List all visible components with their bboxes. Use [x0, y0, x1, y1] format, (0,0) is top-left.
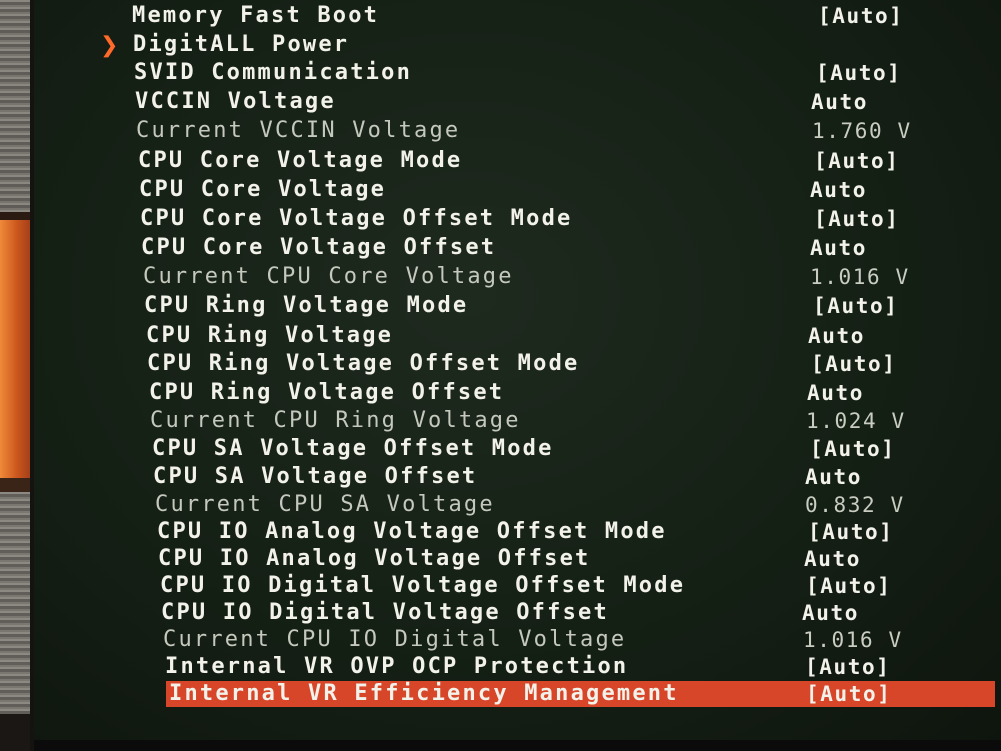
- left-edge-strip: [0, 0, 34, 751]
- setting-value[interactable]: Auto: [810, 235, 867, 261]
- setting-value[interactable]: [Auto]: [816, 60, 901, 86]
- readout-current-cpu-ring-voltage: Current CPU Ring Voltage 1.024 V: [150, 408, 950, 434]
- setting-value[interactable]: Auto: [802, 600, 859, 626]
- submenu-digitall-power[interactable]: DigitALL Power: [133, 32, 933, 58]
- setting-value: 1.760 V: [812, 119, 912, 143]
- setting-value[interactable]: [Auto]: [811, 351, 896, 377]
- setting-value[interactable]: Auto: [808, 323, 865, 349]
- setting-value[interactable]: Auto: [804, 546, 861, 572]
- setting-label: CPU IO Digital Voltage Offset Mode: [160, 573, 686, 598]
- setting-cpu-ring-voltage[interactable]: CPU Ring Voltage Auto: [146, 323, 946, 349]
- setting-label: Current CPU IO Digital Voltage: [163, 627, 627, 652]
- setting-value[interactable]: Auto: [810, 177, 867, 203]
- setting-internal-vr-ovp-ocp-protection[interactable]: Internal VR OVP OCP Protection [Auto]: [165, 654, 965, 680]
- setting-cpu-core-voltage[interactable]: CPU Core Voltage Auto: [139, 177, 939, 203]
- setting-cpu-sa-voltage-offset-mode[interactable]: CPU SA Voltage Offset Mode [Auto]: [152, 436, 952, 462]
- setting-label: SVID Communication: [134, 60, 413, 85]
- setting-value[interactable]: Auto: [807, 380, 864, 406]
- setting-cpu-ring-voltage-offset-mode[interactable]: CPU Ring Voltage Offset Mode [Auto]: [147, 351, 947, 377]
- setting-label: CPU IO Analog Voltage Offset Mode: [157, 519, 667, 544]
- setting-cpu-io-digital-voltage-offset[interactable]: CPU IO Digital Voltage Offset Auto: [161, 600, 961, 626]
- setting-value[interactable]: [Auto]: [808, 519, 893, 545]
- edge-segment: [0, 478, 30, 492]
- setting-label: Memory Fast Boot: [132, 3, 380, 28]
- setting-label: CPU Core Voltage Mode: [138, 148, 463, 173]
- setting-value[interactable]: [Auto]: [818, 3, 903, 29]
- setting-label: CPU Core Voltage Offset: [141, 235, 497, 260]
- setting-cpu-io-analog-voltage-offset-mode[interactable]: CPU IO Analog Voltage Offset Mode [Auto]: [157, 519, 957, 545]
- setting-svid-communication[interactable]: SVID Communication [Auto]: [134, 60, 934, 86]
- readout-current-cpu-core-voltage: Current CPU Core Voltage 1.016 V: [143, 264, 943, 290]
- edge-segment: [0, 714, 30, 751]
- setting-label: CPU Ring Voltage Offset Mode: [147, 351, 580, 376]
- setting-cpu-ring-voltage-offset[interactable]: CPU Ring Voltage Offset Auto: [149, 380, 949, 406]
- edge-segment: [0, 492, 30, 714]
- edge-accent-segment: [0, 220, 30, 478]
- setting-label: CPU Core Voltage: [139, 177, 387, 202]
- setting-value: 1.016 V: [803, 628, 903, 652]
- setting-label: DigitALL Power: [133, 32, 350, 57]
- setting-label: VCCIN Voltage: [135, 89, 336, 114]
- setting-cpu-core-voltage-offset-mode[interactable]: CPU Core Voltage Offset Mode [Auto]: [140, 206, 940, 232]
- setting-label: CPU Core Voltage Offset Mode: [140, 206, 573, 231]
- setting-cpu-sa-voltage-offset[interactable]: CPU SA Voltage Offset Auto: [153, 464, 953, 490]
- readout-current-vccin-voltage: Current VCCIN Voltage 1.760 V: [136, 118, 936, 144]
- edge-segment: [0, 0, 30, 212]
- setting-cpu-io-digital-voltage-offset-mode[interactable]: CPU IO Digital Voltage Offset Mode [Auto…: [160, 573, 960, 599]
- setting-value[interactable]: [Auto]: [813, 293, 898, 319]
- setting-value[interactable]: [Auto]: [806, 681, 891, 707]
- setting-label: CPU IO Digital Voltage Offset: [161, 600, 609, 625]
- setting-label: CPU SA Voltage Offset: [153, 464, 478, 489]
- chevron-right-icon: ❯: [100, 33, 119, 58]
- setting-label: Internal VR OVP OCP Protection: [165, 654, 629, 679]
- bottom-bar: [34, 740, 1001, 751]
- setting-label: CPU Ring Voltage Mode: [144, 293, 469, 318]
- setting-value[interactable]: [Auto]: [806, 573, 891, 599]
- setting-value[interactable]: [Auto]: [814, 148, 899, 174]
- setting-value[interactable]: [Auto]: [805, 654, 890, 680]
- setting-label: CPU Ring Voltage: [146, 323, 394, 348]
- setting-cpu-core-voltage-offset[interactable]: CPU Core Voltage Offset Auto: [141, 235, 941, 261]
- setting-label: CPU Ring Voltage Offset: [149, 380, 505, 405]
- setting-label: Current CPU Core Voltage: [143, 264, 514, 289]
- setting-label: CPU SA Voltage Offset Mode: [152, 436, 554, 461]
- setting-value[interactable]: Auto: [811, 89, 868, 115]
- setting-label: Current CPU Ring Voltage: [150, 408, 521, 433]
- readout-current-cpu-sa-voltage: Current CPU SA Voltage 0.832 V: [155, 492, 955, 518]
- setting-label: CPU IO Analog Voltage Offset: [158, 546, 591, 571]
- setting-label: Current VCCIN Voltage: [136, 118, 461, 143]
- setting-cpu-core-voltage-mode[interactable]: CPU Core Voltage Mode [Auto]: [138, 148, 938, 174]
- readout-current-cpu-io-digital-voltage: Current CPU IO Digital Voltage 1.016 V: [163, 627, 963, 653]
- setting-label: Current CPU SA Voltage: [155, 492, 495, 517]
- setting-value[interactable]: [Auto]: [814, 206, 899, 232]
- setting-vccin-voltage[interactable]: VCCIN Voltage Auto: [135, 89, 935, 115]
- edge-segment: [0, 212, 30, 220]
- setting-label: Internal VR Efficiency Management: [169, 681, 679, 706]
- setting-value[interactable]: [Auto]: [810, 436, 895, 462]
- setting-memory-fast-boot[interactable]: Memory Fast Boot [Auto]: [132, 3, 932, 29]
- setting-value: 1.024 V: [806, 409, 906, 433]
- setting-internal-vr-efficiency-management-selected[interactable]: Internal VR Efficiency Management [Auto]: [166, 681, 995, 707]
- setting-cpu-ring-voltage-mode[interactable]: CPU Ring Voltage Mode [Auto]: [144, 293, 944, 319]
- setting-value[interactable]: Auto: [805, 464, 862, 490]
- setting-value: 1.016 V: [810, 265, 910, 289]
- setting-value: 0.832 V: [805, 493, 905, 517]
- setting-cpu-io-analog-voltage-offset[interactable]: CPU IO Analog Voltage Offset Auto: [158, 546, 958, 572]
